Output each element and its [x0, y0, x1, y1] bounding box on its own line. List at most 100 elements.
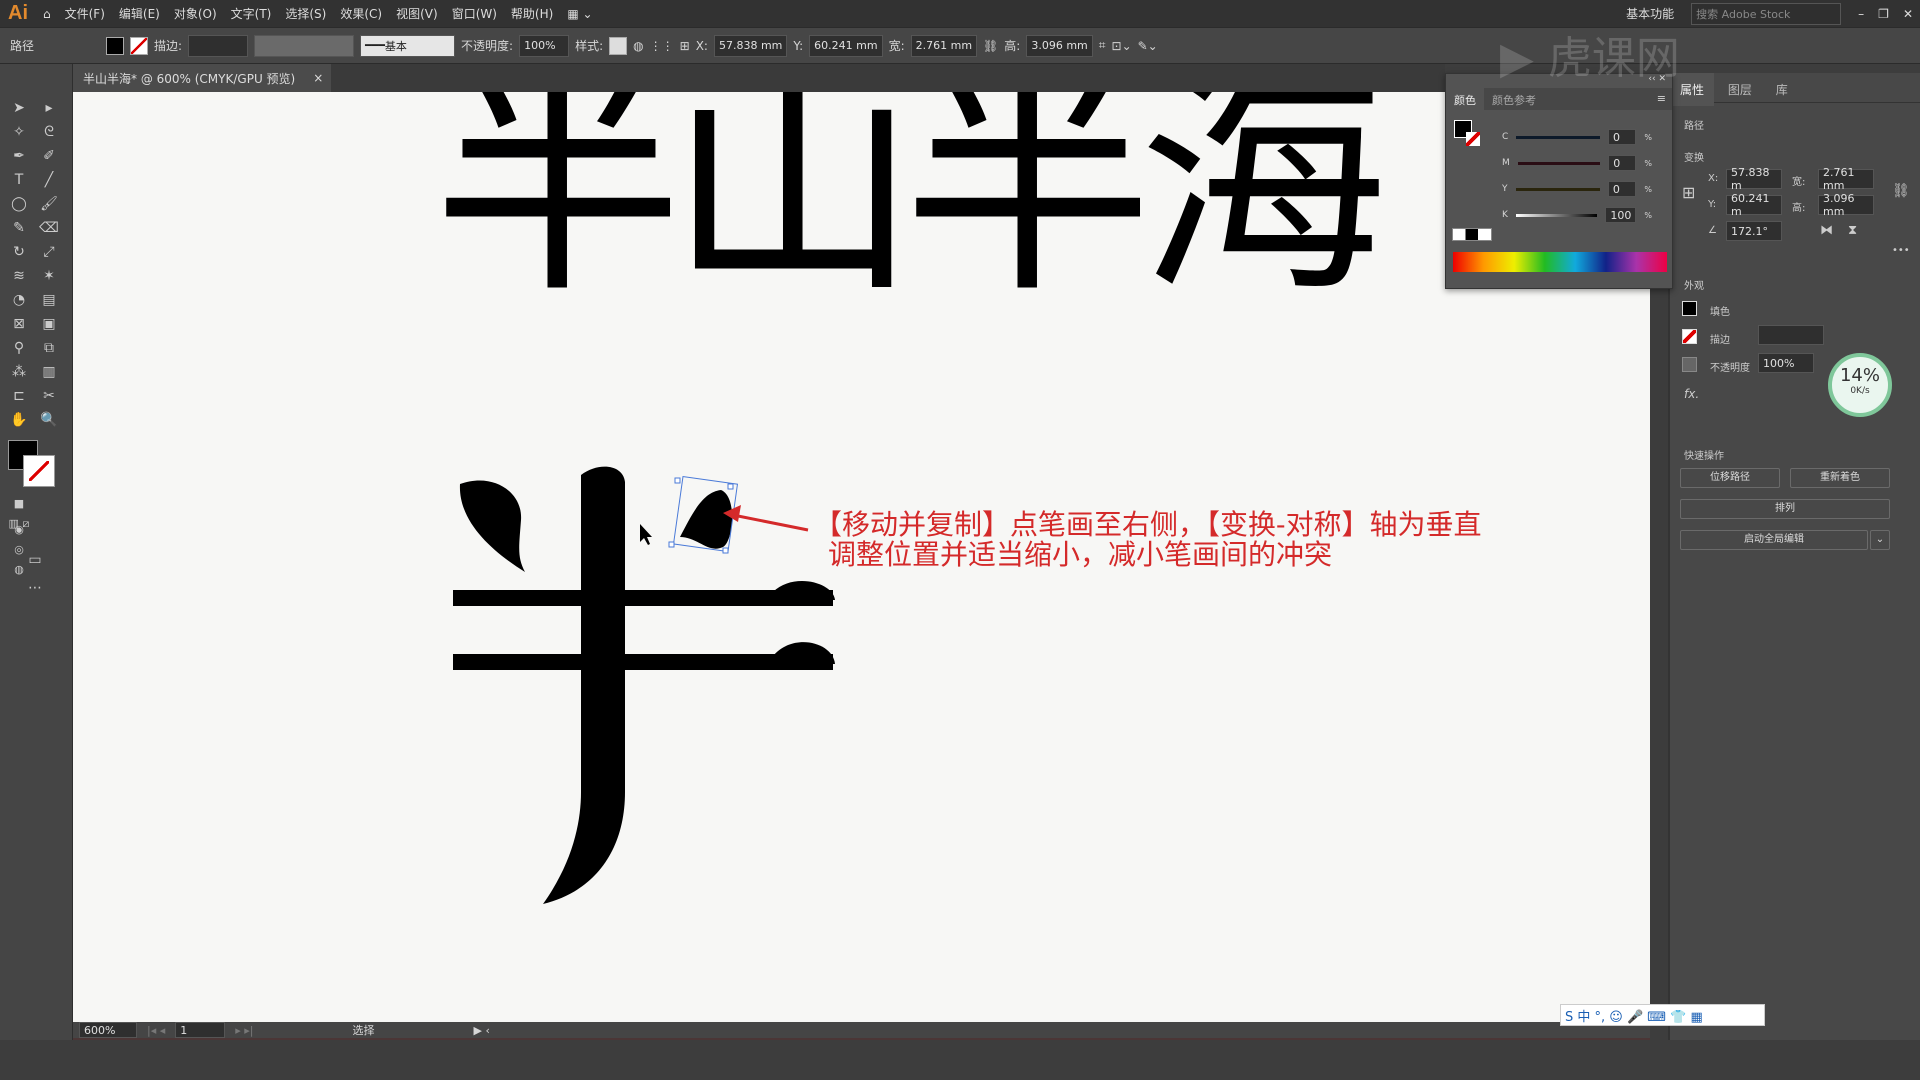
zoom-select[interactable]: 600% [79, 1022, 137, 1038]
variable-width-select[interactable] [254, 34, 355, 57]
minimize-icon[interactable]: – [1851, 7, 1871, 21]
next-page-icon[interactable]: ▸ ▸| [235, 1024, 253, 1037]
stroke-swatch[interactable] [1682, 329, 1697, 344]
more-options-icon[interactable]: ••• [1892, 245, 1910, 256]
style-swatch[interactable] [609, 36, 628, 55]
stroke-color-icon[interactable] [1466, 132, 1480, 146]
workspace-switcher[interactable]: 基本功能 [1619, 5, 1681, 22]
prop-x-input[interactable]: 57.838 m [1726, 166, 1782, 192]
draw-mode-icons[interactable]: ◉ ◎ ◍ [8, 520, 30, 576]
gradient-tool-icon[interactable]: ▣ [38, 314, 60, 334]
stroke-swatch[interactable] [130, 36, 148, 55]
eyedropper-icon[interactable]: ⚲ [8, 338, 30, 358]
ime-toolbar[interactable]: S 中 °, ☺ 🎤 ⌨ 👕 ▦ [1560, 1004, 1765, 1026]
menu-file[interactable]: 文件(F) [58, 5, 112, 22]
menu-effect[interactable]: 效果(C) [333, 5, 389, 22]
tab-color[interactable]: 颜色 [1446, 88, 1484, 110]
selection-tool-icon[interactable]: ➤ [8, 98, 30, 118]
document-tab[interactable]: 半山半海* @ 600% (CMYK/GPU 预览) × [73, 64, 331, 92]
global-edit-button[interactable]: 启动全局编辑 [1680, 530, 1868, 550]
opacity-input[interactable]: 100% [519, 34, 570, 57]
status-menu-icon[interactable]: ▶ ‹ [474, 1024, 490, 1037]
transform-icon[interactable]: ⌗ [1099, 38, 1106, 53]
fill-swatch[interactable] [1682, 301, 1697, 316]
page-select[interactable]: 1 [175, 1022, 226, 1038]
prop-height-input[interactable]: 3.096 mm [1818, 192, 1874, 218]
menu-edit[interactable]: 编辑(E) [112, 5, 167, 22]
edit-icon[interactable]: ✎⌄ [1138, 39, 1158, 53]
slider-row[interactable]: Y 0% [1502, 176, 1652, 202]
none-black-white-swatches[interactable] [1452, 228, 1492, 241]
screen-mode-icon[interactable]: ▭ [24, 550, 46, 570]
menu-object[interactable]: 对象(O) [167, 5, 224, 22]
opacity-input[interactable]: 100% [1758, 353, 1814, 373]
color-spectrum[interactable] [1453, 252, 1667, 272]
slider-row[interactable]: K 100% [1502, 202, 1652, 228]
blend-tool-icon[interactable]: ⧉ [38, 338, 60, 358]
shaper-tool-icon[interactable]: ✎ [8, 218, 30, 238]
fill-swatch[interactable] [106, 36, 124, 55]
brush-tool-icon[interactable]: 🖌 [38, 194, 60, 214]
direct-selection-tool-icon[interactable]: ▸ [38, 98, 60, 118]
offset-path-button[interactable]: 位移路径 [1680, 468, 1780, 488]
menu-window[interactable]: 窗口(W) [445, 5, 504, 22]
x-input[interactable]: 57.838 mm [713, 34, 788, 57]
eraser-tool-icon[interactable]: ⌫ [38, 218, 60, 238]
artboard-canvas[interactable]: 半山半海 【移动并复制】点笔画至右侧，【变换-对称】轴为垂直 调整位置并适当缩小… [73, 92, 1650, 1022]
line-tool-icon[interactable]: ╱ [38, 170, 60, 190]
flip-horizontal-icon[interactable]: ⧓ [1820, 223, 1833, 238]
graph-tool-icon[interactable]: ▥ [38, 362, 60, 382]
slider-row[interactable]: C 0% [1502, 124, 1652, 150]
menu-select[interactable]: 选择(S) [278, 5, 333, 22]
slice-tool-icon[interactable]: ✂ [38, 386, 60, 406]
stroke-weight-input[interactable] [188, 34, 249, 57]
recolor-icon[interactable]: ◍ [633, 39, 643, 53]
prop-width-input[interactable]: 2.761 mm [1818, 166, 1874, 192]
more-tools-icon[interactable]: ⋯ [24, 578, 46, 598]
symbol-sprayer-icon[interactable]: ⁂ [8, 362, 30, 382]
close-window-icon[interactable]: ✕ [1896, 7, 1920, 21]
artboard-tool-icon[interactable]: ⊏ [8, 386, 30, 406]
width-tool-icon[interactable]: ≋ [8, 266, 30, 286]
pen-tool-icon[interactable]: ✒ [8, 146, 30, 166]
mesh-tool-icon[interactable]: ⊠ [8, 314, 30, 334]
tab-color-guide[interactable]: 颜色参考 [1484, 88, 1544, 110]
align-icon[interactable]: ⋮⋮ [650, 39, 674, 53]
color-mode-icons[interactable]: ■ ▥ ⧄ [8, 494, 30, 530]
magic-wand-icon[interactable]: ✧ [8, 122, 30, 142]
recolor-button[interactable]: 重新着色 [1790, 468, 1890, 488]
panel-menu-icon[interactable]: ≡ [1651, 88, 1672, 110]
rotate-angle-input[interactable]: 172.1° [1726, 221, 1782, 241]
flip-vertical-icon[interactable]: ⧗ [1848, 223, 1857, 238]
global-edit-dropdown-icon[interactable]: ⌄ [1870, 530, 1890, 550]
lasso-icon[interactable]: ᘓ [38, 122, 60, 142]
curvature-tool-icon[interactable]: ✐ [38, 146, 60, 166]
restore-icon[interactable]: ❐ [1871, 7, 1896, 21]
menu-type[interactable]: 文字(T) [224, 5, 279, 22]
brush-select[interactable]: ━━━ 基本 [360, 34, 456, 57]
tab-libraries[interactable]: 库 [1766, 73, 1798, 106]
stroke-weight-input[interactable] [1758, 325, 1824, 345]
stroke-color-icon[interactable] [23, 455, 55, 487]
tab-layers[interactable]: 图层 [1718, 73, 1762, 106]
prev-page-icon[interactable]: |◂ ◂ [147, 1024, 165, 1037]
menu-help[interactable]: 帮助(H) [504, 5, 560, 22]
reference-point-icon[interactable]: ⊞ [680, 39, 690, 53]
slider-row[interactable]: M 0% [1502, 150, 1652, 176]
zoom-tool-icon[interactable]: 🔍 [38, 410, 60, 430]
status-tool[interactable]: 选择 [264, 1022, 464, 1038]
puppet-warp-icon[interactable]: ✶ [38, 266, 60, 286]
close-tab-icon[interactable]: × [313, 71, 323, 85]
prop-y-input[interactable]: 60.241 m [1726, 192, 1782, 218]
scale-tool-icon[interactable]: ⤢ [38, 242, 60, 262]
height-input[interactable]: 3.096 mm [1026, 34, 1093, 57]
perspective-grid-icon[interactable]: ▤ [38, 290, 60, 310]
constrain-proportions-icon[interactable]: ⛓ [1892, 183, 1910, 199]
ellipse-tool-icon[interactable]: ◯ [8, 194, 30, 214]
shape-builder-icon[interactable]: ◔ [8, 290, 30, 310]
rotate-tool-icon[interactable]: ↻ [8, 242, 30, 262]
isolate-icon[interactable]: ⊡⌄ [1112, 39, 1132, 53]
layout-icon[interactable]: ▦ ⌄ [560, 7, 599, 21]
type-tool-icon[interactable]: T [8, 170, 30, 190]
y-input[interactable]: 60.241 mm [809, 34, 883, 57]
